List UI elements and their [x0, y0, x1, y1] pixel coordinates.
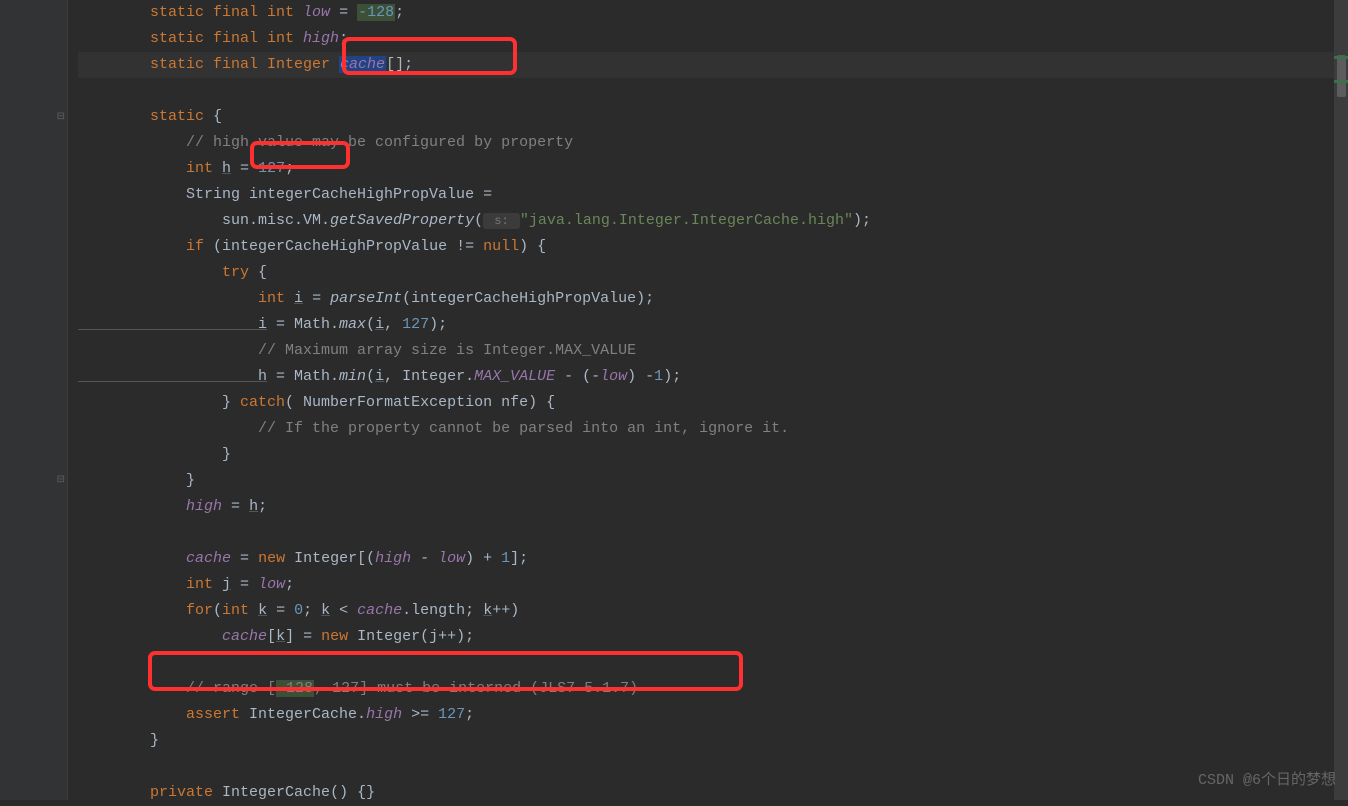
- code-line[interactable]: }: [78, 728, 1348, 754]
- fold-icon[interactable]: ⊟: [57, 468, 65, 494]
- code-line[interactable]: int j = low;: [78, 572, 1348, 598]
- scrollbar[interactable]: [1334, 0, 1348, 800]
- code-line[interactable]: private IntegerCache() {}: [78, 780, 1348, 806]
- watermark: CSDN @6个日的梦想: [1198, 768, 1336, 794]
- code-line[interactable]: } catch( NumberFormatException nfe) {: [78, 390, 1348, 416]
- param-hint: s:: [483, 213, 520, 229]
- code-line[interactable]: // Maximum array size is Integer.MAX_VAL…: [78, 338, 1348, 364]
- code-line[interactable]: if (integerCacheHighPropValue != null) {: [78, 234, 1348, 260]
- code-line[interactable]: }: [78, 468, 1348, 494]
- code-line[interactable]: cache[k] = new Integer(j++);: [78, 624, 1348, 650]
- code-line[interactable]: // If the property cannot be parsed into…: [78, 416, 1348, 442]
- code-line[interactable]: h = Math.min(i, Integer.MAX_VALUE - (-lo…: [78, 364, 1348, 390]
- code-editor: ⊟ ⊟ static final int low = -128; static …: [0, 0, 1348, 800]
- code-line[interactable]: [78, 520, 1348, 546]
- scroll-marker: [1334, 56, 1348, 59]
- code-line[interactable]: high = h;: [78, 494, 1348, 520]
- code-line[interactable]: static {: [78, 104, 1348, 130]
- gutter: ⊟ ⊟: [0, 0, 68, 800]
- code-line[interactable]: [78, 650, 1348, 676]
- scroll-marker: [1334, 80, 1348, 83]
- code-line[interactable]: }: [78, 442, 1348, 468]
- code-line[interactable]: // high value may be configured by prope…: [78, 130, 1348, 156]
- code-line[interactable]: int h = 127;: [78, 156, 1348, 182]
- code-line[interactable]: cache = new Integer[(high - low) + 1];: [78, 546, 1348, 572]
- code-line[interactable]: assert IntegerCache.high >= 127;: [78, 702, 1348, 728]
- code-line[interactable]: for(int k = 0; k < cache.length; k++): [78, 598, 1348, 624]
- code-line[interactable]: static final Integer cache[];: [78, 52, 1348, 78]
- code-line[interactable]: [78, 78, 1348, 104]
- code-line[interactable]: int i = parseInt(integerCacheHighPropVal…: [78, 286, 1348, 312]
- code-line[interactable]: String integerCacheHighPropValue =: [78, 182, 1348, 208]
- scroll-thumb[interactable]: [1337, 55, 1346, 97]
- code-line[interactable]: sun.misc.VM.getSavedProperty( s: "java.l…: [78, 208, 1348, 234]
- code-area[interactable]: static final int low = -128; static fina…: [68, 0, 1348, 800]
- code-line[interactable]: i = Math.max(i, 127);: [78, 312, 1348, 338]
- code-line[interactable]: try {: [78, 260, 1348, 286]
- fold-icon[interactable]: ⊟: [57, 105, 65, 131]
- code-line[interactable]: [78, 754, 1348, 780]
- code-line[interactable]: // range [-128, 127] must be interned (J…: [78, 676, 1348, 702]
- code-line[interactable]: static final int low = -128;: [78, 0, 1348, 26]
- code-line[interactable]: static final int high;: [78, 26, 1348, 52]
